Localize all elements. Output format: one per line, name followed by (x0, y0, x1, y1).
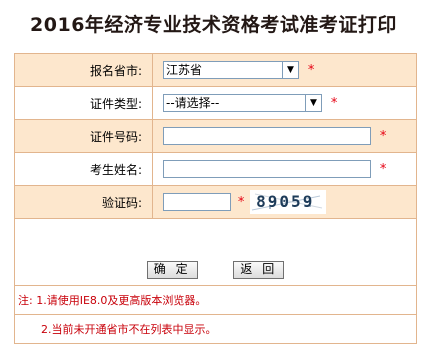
buttons-cell: 确 定 返 回 (14, 218, 417, 286)
id-type-cell: --请选择-- ▼ * (152, 86, 417, 120)
id-number-input[interactable] (163, 127, 371, 145)
province-label: 报名省市: (14, 53, 153, 87)
name-cell: * (152, 152, 417, 186)
captcha-label: 验证码: (14, 185, 153, 219)
province-selected-value: 江苏省 (166, 63, 203, 77)
note-1-cell: 注: 1.请使用IE8.0及更高版本浏览器。 (14, 285, 417, 315)
form-row-note-1: 注: 1.请使用IE8.0及更高版本浏览器。 (14, 285, 417, 315)
form-row-name: 考生姓名: * (14, 152, 417, 186)
captcha-required-mark: * (237, 194, 245, 210)
province-required-mark: * (307, 62, 315, 78)
id-type-required-mark: * (330, 95, 338, 111)
confirm-button[interactable]: 确 定 (146, 261, 198, 279)
province-select[interactable]: 江苏省 ▼ (163, 61, 299, 79)
id-type-label: 证件类型: (14, 86, 153, 120)
id-number-cell: * (152, 119, 417, 153)
form-row-id-type: 证件类型: --请选择-- ▼ * (14, 86, 417, 120)
captcha-input[interactable] (163, 193, 231, 211)
captcha-image[interactable]: 89059 (250, 190, 327, 214)
captcha-code-text: 89059 (256, 192, 315, 211)
name-required-mark: * (379, 161, 387, 177)
page-title: 2016年经济专业技术资格考试准考证打印 (30, 14, 397, 36)
chevron-down-icon[interactable]: ▼ (282, 62, 298, 78)
form-row-id-number: 证件号码: * (14, 119, 417, 153)
id-number-required-mark: * (379, 128, 387, 144)
id-type-select[interactable]: --请选择-- ▼ (163, 94, 322, 112)
exam-ticket-form: 报名省市: 江苏省 ▼ * 证件类型: --请选择-- ▼ * 证件号码: * … (14, 53, 417, 344)
form-row-province: 报名省市: 江苏省 ▼ * (14, 53, 417, 87)
note-2-cell: 2.当前未开通省市不在列表中显示。 (14, 314, 417, 344)
id-type-selected-value: --请选择-- (166, 96, 220, 110)
captcha-cell: * 89059 (152, 185, 417, 219)
note-prefix: 注: (18, 294, 33, 307)
chevron-down-icon[interactable]: ▼ (305, 95, 321, 111)
back-button[interactable]: 返 回 (233, 261, 285, 279)
form-row-buttons: 确 定 返 回 (14, 218, 417, 286)
form-row-captcha: 验证码: * 89059 (14, 185, 417, 219)
name-input[interactable] (163, 160, 371, 178)
note-line-1: 1.请使用IE8.0及更高版本浏览器。 (36, 294, 207, 307)
form-row-note-2: 2.当前未开通省市不在列表中显示。 (14, 314, 417, 344)
province-cell: 江苏省 ▼ * (152, 53, 417, 87)
name-label: 考生姓名: (14, 152, 153, 186)
id-number-label: 证件号码: (14, 119, 153, 153)
note-line-2: 2.当前未开通省市不在列表中显示。 (41, 323, 217, 336)
